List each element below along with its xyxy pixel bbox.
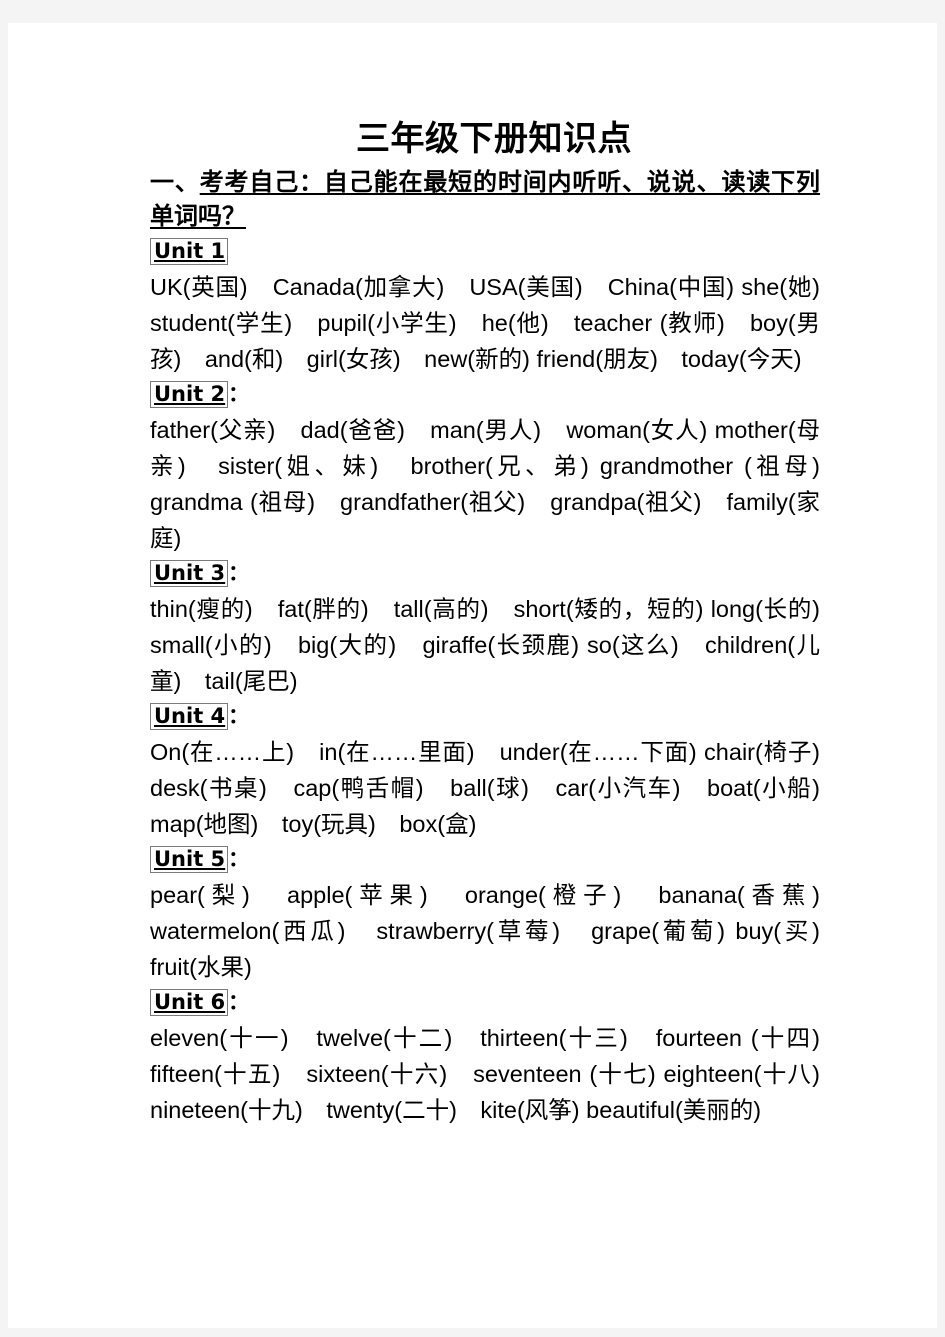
unit-section-2: Unit 2： father(父亲) dad(爸爸) man(男人) woman…	[150, 379, 844, 556]
unit-word-list-6: eleven(十一) twelve(十二) thirteen(十三) fourt…	[150, 1025, 844, 1123]
unit-header-5: Unit 5：	[150, 844, 820, 877]
unit-section-4: Unit 4： On(在……上) in(在……里面) under(在……下面) …	[150, 701, 844, 842]
unit-label-2: Unit 2	[150, 381, 229, 408]
unit-header-1: Unit 1	[150, 236, 820, 269]
unit-word-list-3: thin(瘦的) fat(胖的) tall(高的) short(矮的，短的) l…	[150, 596, 844, 694]
unit-colon-6: ：	[228, 990, 250, 1014]
unit-colon-5: ：	[228, 847, 250, 871]
unit-section-1: Unit 1 UK(英国) Canada(加拿大) USA(美国) China(…	[150, 236, 844, 377]
unit-colon-3: ：	[228, 561, 250, 585]
unit-header-4: Unit 4：	[150, 701, 820, 734]
section-heading: 一、考考自己：自己能在最短的时间内听听、说说、读读下列单词吗？	[150, 166, 820, 234]
unit-header-6: Unit 6：	[150, 987, 820, 1020]
document-page: 三年级下册知识点 一、考考自己：自己能在最短的时间内听听、说说、读读下列单词吗？…	[8, 23, 937, 1328]
unit-label-4: Unit 4	[150, 703, 229, 730]
unit-header-3: Unit 3：	[150, 558, 820, 591]
section-number: 一、	[150, 170, 200, 196]
unit-section-3: Unit 3： thin(瘦的) fat(胖的) tall(高的) short(…	[150, 558, 844, 699]
unit-colon-4: ：	[228, 704, 250, 728]
unit-section-5: Unit 5： pear(梨) apple(苹果) orange(橙子) ban…	[150, 844, 844, 985]
unit-label-3: Unit 3	[150, 560, 229, 587]
section-heading-text: 考考自己：自己能在最短的时间内听听、说说、读读下列单词吗？	[150, 170, 821, 230]
unit-colon-2: ：	[228, 382, 250, 406]
unit-label-6: Unit 6	[150, 989, 229, 1016]
unit-header-2: Unit 2：	[150, 379, 820, 412]
unit-section-6: Unit 6： eleven(十一) twelve(十二) thirteen(十…	[150, 987, 844, 1128]
unit-label-5: Unit 5	[150, 846, 229, 873]
unit-word-list-5: pear(梨) apple(苹果) orange(橙子) banana(香蕉) …	[150, 882, 844, 980]
unit-label-1: Unit 1	[150, 238, 229, 265]
document-body: 三年级下册知识点 一、考考自己：自己能在最短的时间内听听、说说、读读下列单词吗？…	[150, 118, 844, 1128]
unit-word-list-1: UK(英国) Canada(加拿大) USA(美国) China(中国) she…	[150, 274, 844, 372]
page-title: 三年级下册知识点	[356, 119, 632, 159]
unit-word-list-4: On(在……上) in(在……里面) under(在……下面) chair(椅子…	[150, 739, 844, 837]
unit-word-list-2: father(父亲) dad(爸爸) man(男人) woman(女人) mot…	[150, 417, 844, 551]
